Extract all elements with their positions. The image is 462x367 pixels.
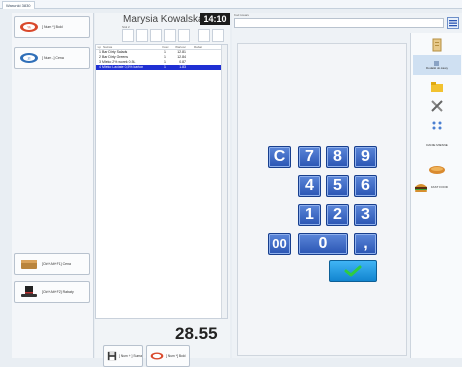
title-bar: Warunki 3830 <box>0 0 462 9</box>
table-row-selected[interactable]: 4 Mleko Laciate 0,5% karton 1 1.83 <box>96 65 227 70</box>
sum-label: [ Num + ] Suma <box>119 354 142 358</box>
ctrl-f1-label: [Ctrl+Alt+F1] Cena <box>42 262 71 266</box>
category-document[interactable] <box>413 36 461 54</box>
bread-icon <box>429 166 445 174</box>
key-3[interactable]: 3 <box>354 204 377 226</box>
field-box[interactable] <box>150 29 162 42</box>
ctrl-f2-label: [Ctrl+Alt+F2] Rabaty <box>42 290 74 294</box>
key-comma[interactable]: , <box>354 233 377 255</box>
bold-discount-button[interactable]: [ Num *] Bold <box>146 345 190 367</box>
discount-icon: % <box>20 22 38 32</box>
svg-text:%: % <box>27 25 31 30</box>
svg-text:zl: zl <box>28 56 31 61</box>
customer-name: Marysia Kowalska <box>123 14 204 25</box>
category-label: Dodatki do kawy <box>425 66 448 71</box>
top-hat-icon <box>21 286 37 297</box>
ctrl-f1-price-button[interactable]: [Ctrl+Alt+F1] Cena <box>14 253 90 275</box>
col-qty: Ilosc <box>162 45 169 49</box>
category-meat-dishes[interactable]: DANIE MIESNE <box>413 137 461 155</box>
category-tools[interactable] <box>413 97 461 115</box>
discount-bold-label: [ Num *] Bold <box>42 25 63 29</box>
key-5[interactable]: 5 <box>326 175 349 197</box>
ctrl-f2-discounts-button[interactable]: [Ctrl+Alt+F2] Rabaty <box>14 281 90 303</box>
bold-discount-label: [ Num *] Bold <box>166 354 186 358</box>
key-c[interactable]: C <box>268 146 291 168</box>
search-input[interactable] <box>234 18 444 28</box>
key-0[interactable]: 0 <box>298 233 348 255</box>
product-panel: Kod towaru C 7 8 9 4 5 6 1 2 3 00 0 , Do… <box>232 13 462 358</box>
ok-button[interactable] <box>329 260 377 282</box>
row-name: Mleko Laciate 0,5% karton <box>102 65 144 69</box>
key-1[interactable]: 1 <box>298 204 321 226</box>
discount-bold-button[interactable]: % [ Num *] Bold <box>14 16 90 38</box>
category-bread[interactable] <box>413 160 461 178</box>
field-box[interactable] <box>136 29 148 42</box>
receipt-total: 28.55 <box>175 324 218 343</box>
document-icon <box>432 38 442 52</box>
keypad-panel: C 7 8 9 4 5 6 1 2 3 00 0 , <box>237 43 407 356</box>
key-00[interactable]: 00 <box>268 233 291 255</box>
key-8[interactable]: 8 <box>326 146 349 168</box>
sum-button[interactable]: [ Num + ] Suma <box>103 345 143 367</box>
scale-icon <box>432 121 442 130</box>
receipt-table: Lp Nazwa Ilosc Wartosc Rabat 1 Bar Dirty… <box>95 44 228 319</box>
category-folder[interactable] <box>413 78 461 96</box>
field-box[interactable] <box>122 29 134 42</box>
col-value: Wartosc <box>175 45 186 49</box>
key-9[interactable]: 9 <box>354 146 377 168</box>
field-box[interactable] <box>212 29 224 42</box>
checkmark-icon <box>344 265 362 277</box>
category-fast-food[interactable]: FAST FOOD <box>413 179 461 197</box>
price-button[interactable]: zl [ Num -] Cena <box>14 47 90 69</box>
field-box[interactable] <box>198 29 210 42</box>
col-name: Nazwa <box>103 45 113 49</box>
row-value: 1.83 <box>179 65 186 69</box>
price-label: [ Num -] Cena <box>42 56 64 60</box>
burger-icon <box>415 184 427 192</box>
category-coffee-addons[interactable]: Dodatki do kawy <box>413 55 461 75</box>
row-qty: 1 <box>164 65 166 69</box>
key-6[interactable]: 6 <box>354 175 377 197</box>
category-label: FAST FOOD <box>431 185 448 190</box>
category-sidebar: Dodatki do kawy DANIE MIESNE FAST FOOD <box>410 33 462 358</box>
price-tag-icon: zl <box>20 53 38 63</box>
floppy-icon <box>107 351 117 361</box>
field-box[interactable] <box>164 29 176 42</box>
wallet-icon <box>21 260 37 269</box>
col-discount: Rabat <box>193 45 202 49</box>
receipt-field-boxes-right <box>198 29 224 42</box>
key-7[interactable]: 7 <box>298 146 321 168</box>
table-scrollbar[interactable] <box>221 45 227 318</box>
search-label: Kod towaru <box>234 13 250 17</box>
category-label: DANIE MIESNE <box>426 143 448 148</box>
field-box[interactable] <box>178 29 190 42</box>
clock: 14:10 <box>200 13 230 25</box>
receipt-field-boxes <box>122 29 190 42</box>
receipt-panel: Marysia Kowalska 14:10 Stol 2 Lp Nazwa I… <box>95 13 230 367</box>
tools-icon <box>431 100 443 112</box>
category-scale[interactable] <box>413 116 461 134</box>
folder-icon <box>431 82 443 92</box>
key-4[interactable]: 4 <box>298 175 321 197</box>
window-tab[interactable]: Warunki 3830 <box>2 1 35 9</box>
discount-icon <box>150 352 164 360</box>
keyboard-icon[interactable] <box>447 17 459 29</box>
key-2[interactable]: 2 <box>326 204 349 226</box>
left-panel: % [ Num *] Bold zl [ Num -] Cena [Ctrl+A… <box>12 13 94 358</box>
